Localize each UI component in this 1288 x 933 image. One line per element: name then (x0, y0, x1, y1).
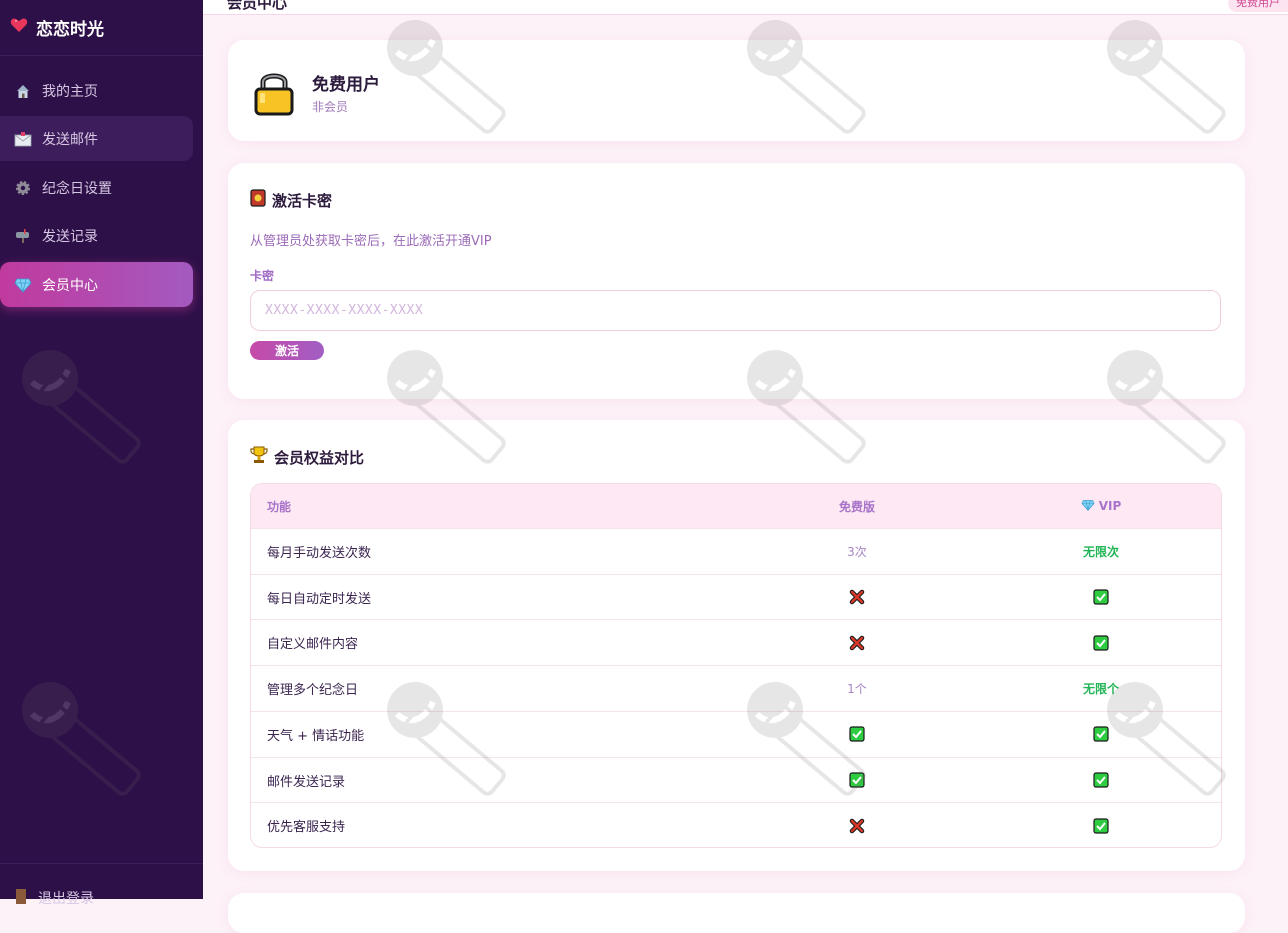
activate-description: 从管理员处获取卡密后，在此激活开通VIP (250, 234, 492, 249)
check-icon (1035, 803, 1167, 847)
card-icon (250, 189, 266, 211)
sidebar-item-member-center[interactable]: 会员中心 (0, 262, 193, 307)
table-row: 优先客服支持 (251, 802, 1221, 847)
feature-cell: 每月手动发送次数 (267, 546, 372, 561)
sidebar-item-home[interactable]: 我的主页 (0, 68, 193, 113)
sidebar-item-label: 发送记录 (42, 228, 98, 245)
diamond-icon (1081, 499, 1095, 514)
page-title: 会员中心 (227, 0, 288, 12)
sidebar-item-label: 发送邮件 (42, 131, 98, 148)
gear-icon (14, 179, 32, 197)
feature-cell: 优先客服支持 (267, 820, 346, 836)
activate-card: 激活卡密 从管理员处获取卡密后，在此激活开通VIP 卡密 激活 (228, 163, 1245, 399)
mailbox-icon (14, 227, 32, 245)
trophy-icon (250, 446, 268, 468)
free-value-text: 3次 (847, 545, 867, 559)
check-icon (791, 758, 923, 803)
compare-title: 会员权益对比 (250, 446, 364, 468)
cross-icon (791, 620, 923, 665)
header-vip: VIP (1035, 484, 1167, 528)
app-title: 恋恋时光 (36, 19, 104, 40)
user-name: 免费用户 (312, 75, 380, 95)
activate-title: 激活卡密 (250, 189, 332, 211)
feature-cell: 每日自动定时发送 (267, 591, 372, 607)
user-status-card: 免费用户 非会员 (228, 40, 1245, 141)
vip-value-text: 无限次 (1082, 545, 1119, 559)
table-row: 每月手动发送次数 3次 无限次 (251, 528, 1221, 574)
check-icon (791, 712, 923, 757)
check-icon (1035, 712, 1167, 757)
top-bar: 会员中心 免费用户 (203, 0, 1288, 15)
table-row: 自定义邮件内容 (251, 619, 1221, 665)
sidebar-item-label: 纪念日设置 (42, 180, 112, 197)
activation-code-input[interactable] (250, 290, 1221, 331)
lock-icon (252, 68, 296, 120)
vip-value-text: 无限个 (1082, 682, 1119, 697)
membership-status: 非会员 (312, 100, 349, 114)
table-row: 邮件发送记录 (251, 756, 1221, 803)
logout-button[interactable]: 退出登录 (14, 888, 94, 908)
table-row: 管理多个纪念日 1个 无限个 (251, 665, 1221, 711)
sidebar-item-anniversary-settings[interactable]: 纪念日设置 (0, 165, 193, 210)
header-free: 免费版 (838, 499, 875, 514)
free-value-text: 1个 (847, 682, 867, 697)
feature-cell: 邮件发送记录 (267, 774, 346, 790)
feature-cell: 天气 + 情话功能 (267, 728, 365, 744)
next-card (228, 893, 1245, 933)
sidebar-item-label: 我的主页 (42, 83, 98, 100)
code-field-label: 卡密 (250, 269, 275, 283)
cross-icon (791, 803, 923, 847)
sidebar-item-label: 会员中心 (42, 277, 98, 294)
divider (0, 863, 203, 864)
benefits-comparison-card: 会员权益对比 功能 免费版 VIP 每月手动发送次数 3次 无限次每日自动定时发送自… (228, 420, 1245, 871)
sidebar-item-send-records[interactable]: 发送记录 (0, 213, 193, 258)
activate-button[interactable]: 激活 (250, 341, 324, 360)
house-icon (14, 82, 32, 100)
diamond-icon (14, 276, 32, 294)
logout-label: 退出登录 (38, 891, 94, 907)
heart-icon (10, 17, 28, 37)
activate-title-text: 激活卡密 (272, 191, 333, 210)
check-icon (1035, 575, 1167, 620)
sidebar: 恋恋时光 我的主页 发送邮件 纪念日设置 发送记录 会员中心 退出登录 (0, 0, 203, 907)
free-value: 3次 (791, 529, 923, 574)
brand[interactable]: 恋恋时光 (10, 12, 104, 42)
door-icon (14, 888, 28, 908)
table-row: 每日自动定时发送 (251, 573, 1221, 620)
mail-icon (14, 130, 32, 148)
header-vip-label: VIP (1098, 499, 1122, 513)
header-feature: 功能 (267, 499, 292, 514)
table-header: 功能 免费版 VIP (251, 484, 1221, 528)
free-value: 1个 (791, 666, 923, 711)
check-icon (1035, 620, 1167, 665)
feature-cell: 自定义邮件内容 (267, 637, 359, 653)
status-badge: 免费用户 (1228, 0, 1288, 12)
comparison-table: 功能 免费版 VIP 每月手动发送次数 3次 无限次 每日自动定时发送 自定义邮件内容管… (250, 483, 1222, 848)
check-icon (1035, 758, 1167, 803)
vip-value: 无限次 (1035, 529, 1167, 574)
feature-cell: 管理多个纪念日 (267, 683, 359, 699)
sidebar-item-send-mail[interactable]: 发送邮件 (0, 116, 193, 161)
vip-value: 无限个 (1035, 666, 1167, 711)
table-row: 天气 + 情话功能 (251, 710, 1221, 757)
divider (0, 55, 203, 56)
compare-title-text: 会员权益对比 (274, 448, 365, 467)
cross-icon (791, 575, 923, 620)
